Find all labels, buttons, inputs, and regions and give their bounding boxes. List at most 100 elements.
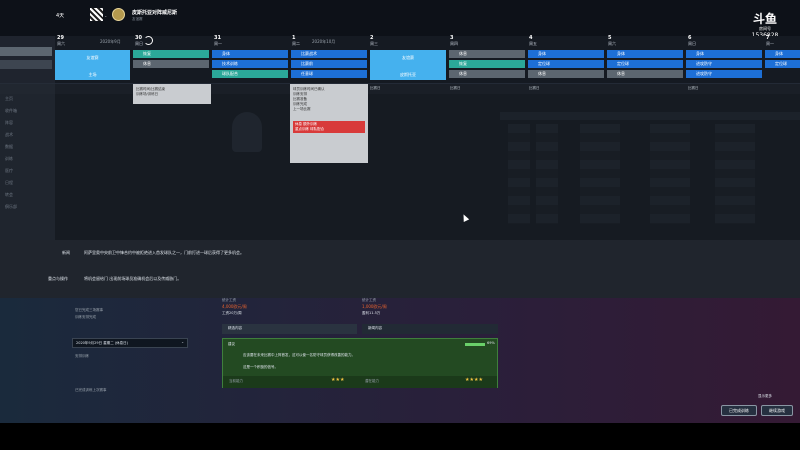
event-physical[interactable]: 身体: [765, 50, 800, 58]
news-text: 阿萨里奥中央前卫中锋合约中被拒绝进入首发球队之一，门前打进一球后获得了更多机会。: [84, 250, 244, 255]
sidebar-item[interactable]: 收件箱: [5, 108, 17, 114]
sidebar-item[interactable]: 战术: [5, 132, 13, 138]
event-popup[interactable]: 比赛时间/比赛结束 训练场/训练日: [133, 84, 211, 104]
rating-row: 当前能力 ★★★ 潜在能力 ★★★★: [223, 376, 497, 388]
info-item: 训练安排完成: [75, 315, 96, 319]
day-header[interactable]: 7 周一: [766, 36, 774, 47]
stat-value: 1,000欧元/周: [362, 304, 387, 309]
match-event-card[interactable]: 友谊赛 皮斯托亚: [370, 50, 446, 80]
sidebar-item[interactable]: 日程: [5, 180, 13, 186]
popup-warning[interactable]: 休息 额外训练 重点训练 球队配合: [293, 121, 365, 133]
day-header[interactable]: 3 周四: [450, 36, 458, 47]
club-logo-checkered: [90, 8, 103, 21]
month-label: 2020年9月: [100, 39, 121, 44]
advice-title: 建议: [228, 342, 235, 346]
chevron-down-icon[interactable]: ⌄: [104, 13, 107, 18]
tab-news[interactable]: 新闻内容: [362, 324, 498, 334]
table-column: [650, 124, 690, 224]
day-header[interactable]: 31 周一: [214, 36, 222, 47]
info-item: 您已完成三场赛事: [75, 308, 103, 312]
sidebar-item[interactable]: 主页: [5, 96, 13, 102]
chevron-down-icon: ⌄: [181, 340, 184, 344]
day-header[interactable]: 29 周六: [57, 36, 65, 47]
stat-sub: 盈利11.5万: [362, 311, 381, 315]
watermark-brand: 斗鱼: [752, 12, 777, 26]
sidebar-item[interactable]: 医疗: [5, 168, 13, 174]
dimmed-table: [500, 112, 800, 240]
rating-stars: ★★★: [331, 377, 345, 383]
calendar-notes-strip: 三场比赛后的第一轮训练 新闻发布会 比赛日 比赛日 比赛日 比赛日: [0, 84, 800, 94]
day-header[interactable]: 30 周日: [135, 36, 143, 47]
popup-line: 训练场/训练日: [136, 92, 159, 96]
event-rest[interactable]: 休息: [449, 70, 525, 78]
news-label: 新闻: [62, 250, 70, 255]
table-header: [500, 112, 800, 120]
news-panel: 新闻 阿萨里奥中央前卫中锋合约中被拒绝进入首发球队之一，门前打进一球后获得了更多…: [0, 240, 800, 298]
training-done-button[interactable]: 已完成训练: [721, 405, 757, 416]
note-item[interactable]: 比赛日: [450, 86, 461, 91]
event-rest[interactable]: 休息: [607, 70, 683, 78]
event-recovery[interactable]: 恢复: [449, 60, 525, 68]
day-header[interactable]: 4 周五: [529, 36, 537, 47]
sidebar-item[interactable]: 数据: [5, 144, 13, 150]
bottom-black-bar: [0, 423, 800, 450]
table-column: [536, 124, 558, 224]
sidebar: 主页 收件箱 阵容 战术 数据 训练 医疗 日程 转会 俱乐部: [0, 36, 55, 241]
stat-sub: 工资20万/周: [222, 311, 242, 315]
sidebar-item[interactable]: [0, 60, 52, 69]
focus-text: 将机会留给门 出现前场球员准确机会后以及传威胁门。: [84, 276, 182, 281]
loading-spinner-icon: [144, 36, 153, 45]
event-rest[interactable]: 休息: [133, 60, 209, 68]
event-match-tactics[interactable]: 比赛战术: [291, 50, 367, 58]
day-header[interactable]: 2 周三: [370, 36, 378, 47]
training-popup[interactable]: 球员训练时间已确认 训练安排 比赛准备 训练完成 上一场比赛 休息 额外训练 重…: [290, 84, 368, 163]
club-name: 皮斯托亚对阵威尼斯: [132, 10, 178, 16]
advice-card[interactable]: 建议 69% 应该要在未来比赛中上阵首发，这可以使一名防守球员获得改善的能力。 …: [222, 338, 498, 388]
match-event-card[interactable]: 友谊赛 主场: [55, 50, 130, 80]
date-dropdown[interactable]: 2020年9月29日 星期二 (休息日) ⌄: [72, 338, 188, 348]
event-technical[interactable]: 技术训练: [212, 60, 288, 68]
event-set-pieces[interactable]: 任意球: [291, 70, 367, 78]
event-team-play[interactable]: 球队配合: [212, 70, 288, 78]
tab-featured[interactable]: 精选内容: [222, 324, 357, 334]
day-header[interactable]: 6 周日: [688, 36, 696, 47]
sidebar-item[interactable]: 训练: [5, 156, 13, 162]
event-set-pieces[interactable]: 定位球: [528, 60, 604, 68]
main-content-dimmed: [0, 94, 800, 240]
event-prematch[interactable]: 比赛前: [291, 60, 367, 68]
advice-text: 这是一个积极的信号。: [243, 365, 278, 369]
top-bar: 4天 ⌄ 皮斯托亚对阵威尼斯 友谊赛: [0, 0, 800, 36]
stat-value: 4,000欧元/周: [222, 304, 247, 309]
sidebar-item[interactable]: 俱乐部: [5, 204, 17, 210]
note-item[interactable]: 比赛日: [688, 86, 699, 91]
event-rest[interactable]: 休息: [449, 50, 525, 58]
stat-heading: 统计工资: [362, 298, 376, 302]
progress-pct: 69%: [487, 341, 495, 345]
table-column: [580, 124, 620, 224]
note-item[interactable]: 比赛日: [370, 86, 381, 91]
rating-stars: ★★★★: [465, 377, 483, 383]
info-item: 已完成训练上次赛事: [75, 388, 107, 392]
sidebar-active-item[interactable]: [0, 47, 52, 56]
event-set-pieces[interactable]: 定位球: [607, 60, 683, 68]
event-rest[interactable]: 休息: [528, 70, 604, 78]
day-header[interactable]: 5 周六: [608, 36, 616, 47]
club-badge: [112, 8, 125, 21]
day-header[interactable]: 1 周二: [292, 36, 300, 47]
event-physical[interactable]: 身体: [212, 50, 288, 58]
table-column: [715, 124, 755, 224]
show-more-link[interactable]: 显示更多: [758, 394, 772, 399]
event-physical[interactable]: 身体: [686, 50, 762, 58]
sidebar-item[interactable]: 阵容: [5, 120, 13, 126]
club-subtitle: 友谊赛: [132, 17, 143, 21]
continue-button[interactable]: 继续游戏: [761, 405, 793, 416]
event-physical[interactable]: 身体: [607, 50, 683, 58]
days-left: 4天: [56, 13, 65, 19]
note-item[interactable]: 比赛日: [529, 86, 540, 91]
event-set-pieces[interactable]: 定位球: [765, 60, 800, 68]
event-attack-defend[interactable]: 进攻防守: [686, 70, 762, 78]
event-recovery[interactable]: 恢复: [133, 50, 209, 58]
event-physical[interactable]: 身体: [528, 50, 604, 58]
event-attack-defend[interactable]: 进攻防守: [686, 60, 762, 68]
sidebar-item[interactable]: 转会: [5, 192, 13, 198]
